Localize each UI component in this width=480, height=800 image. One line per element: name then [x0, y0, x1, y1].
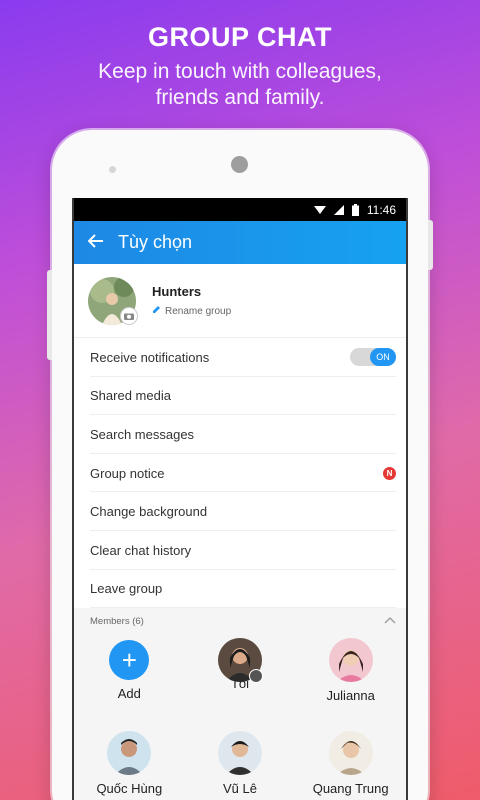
member-name: Quang Trung — [312, 781, 389, 797]
wifi-icon — [313, 205, 326, 215]
member-item[interactable]: Julianna — [295, 638, 406, 716]
group-avatar[interactable] — [88, 276, 138, 325]
menu-group-notice[interactable]: Group notice N — [74, 454, 406, 493]
promo-subtitle: Keep in touch with colleagues, friends a… — [0, 59, 480, 111]
phone-side-button-right — [428, 220, 433, 270]
phone-side-button-left — [47, 270, 52, 360]
promo-header: GROUP CHAT Keep in touch with colleagues… — [0, 22, 480, 111]
member-name: Vũ Lê — [223, 781, 257, 797]
phone-camera — [231, 156, 248, 173]
member-name: Quốc Hùng — [96, 781, 163, 797]
plus-icon: + — [109, 640, 150, 681]
members-section-header[interactable]: Members (6) — [74, 608, 406, 635]
menu-leave-group[interactable]: Leave group — [74, 570, 406, 609]
pencil-icon — [152, 305, 161, 317]
avatar — [328, 731, 373, 776]
promo-title: GROUP CHAT — [147, 22, 332, 52]
key-icon — [248, 669, 263, 684]
menu-item-label: Clear chat history — [90, 542, 192, 558]
signal-icon — [333, 204, 344, 215]
avatar — [217, 731, 262, 776]
member-name: Julianna — [326, 688, 375, 704]
promo-subtitle-line2: friends and family. — [155, 86, 325, 109]
menu-shared-media[interactable]: Shared media — [74, 377, 406, 416]
group-name: Hunters — [152, 284, 202, 299]
notifications-toggle[interactable]: ON — [350, 348, 396, 367]
members-count-label: Members (6) — [90, 615, 144, 627]
promo-subtitle-line1: Keep in touch with colleagues, — [98, 60, 382, 83]
camera-icon[interactable] — [120, 306, 138, 325]
status-time: 11:46 — [366, 202, 396, 217]
menu-search-messages[interactable]: Search messages — [74, 415, 406, 454]
new-badge: N — [383, 466, 396, 480]
page-title: Tùy chọn — [118, 232, 193, 252]
menu-item-label: Search messages — [90, 426, 195, 442]
battery-icon — [351, 203, 359, 216]
toggle-knob: ON — [370, 348, 396, 367]
member-item[interactable]: Tôi — [185, 638, 296, 716]
menu-receive-notifications[interactable]: Receive notifications ON — [74, 338, 406, 377]
rename-group-link[interactable]: Rename group — [152, 305, 231, 317]
add-member-button[interactable]: + Add — [74, 638, 185, 716]
menu-item-label: Receive notifications — [90, 349, 210, 365]
phone-screen: 11:46 Tùy chọn Hunters Rename group Rece… — [72, 198, 408, 800]
avatar — [107, 731, 152, 776]
menu-item-label: Shared media — [90, 388, 171, 404]
menu-item-label: Change background — [90, 504, 208, 520]
menu-item-label: Leave group — [90, 581, 163, 597]
menu-clear-chat-history[interactable]: Clear chat history — [74, 531, 406, 570]
menu-item-label: Group notice — [90, 465, 165, 481]
menu-change-background[interactable]: Change background — [74, 492, 406, 531]
member-item[interactable]: Quốc Hùng — [74, 731, 185, 800]
avatar — [328, 638, 373, 683]
rename-group-label: Rename group — [165, 305, 232, 317]
group-info: Hunters Rename group — [152, 284, 231, 317]
app-bar: Tùy chọn — [74, 221, 406, 264]
status-bar: 11:46 — [74, 198, 406, 221]
phone-sensor — [109, 166, 116, 173]
group-profile: Hunters Rename group — [74, 264, 406, 338]
members-grid: + Add Tôi Julianna Quốc Hùng Vũ Lê Quang… — [74, 634, 406, 800]
arrow-back-icon[interactable] — [74, 231, 118, 254]
member-item[interactable]: Vũ Lê — [185, 731, 296, 800]
add-member-label: Add — [117, 686, 141, 702]
member-item[interactable]: Quang Trung — [295, 731, 406, 800]
chevron-up-icon[interactable] — [384, 616, 396, 627]
